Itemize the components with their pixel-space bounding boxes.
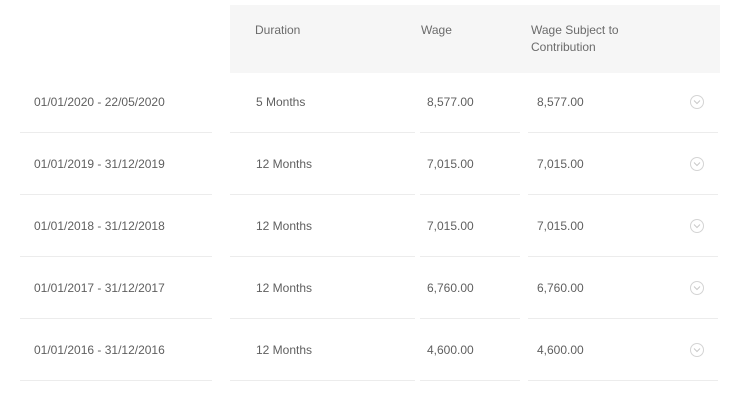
wage-subject-cell: 7,015.00 bbox=[537, 157, 584, 171]
period-cell: 01/01/2018 - 31/12/2018 bbox=[34, 219, 165, 233]
duration-cell: 12 Months bbox=[256, 219, 313, 233]
column-header-duration: Duration bbox=[255, 23, 301, 37]
wage-cell: 8,577.00 bbox=[427, 95, 474, 109]
chevron-down-circle-icon[interactable] bbox=[690, 343, 704, 357]
duration-cell: 12 Months bbox=[256, 157, 313, 171]
wage-subject-cell: 6,760.00 bbox=[537, 281, 584, 295]
table-row[interactable]: 01/01/2019 - 31/12/2019 12 Months 7,015.… bbox=[0, 133, 750, 195]
wage-cell: 7,015.00 bbox=[427, 219, 474, 233]
table-row[interactable]: 01/01/2017 - 31/12/2017 12 Months 6,760.… bbox=[0, 257, 750, 319]
column-header-wage-subject-to-contribution: Wage Subject to Contribution bbox=[531, 23, 619, 54]
row-divider bbox=[420, 380, 520, 381]
wage-subject-cell: 4,600.00 bbox=[537, 343, 584, 357]
table-row[interactable]: 01/01/2016 - 31/12/2016 12 Months 4,600.… bbox=[0, 319, 750, 381]
chevron-down-circle-icon[interactable] bbox=[690, 281, 704, 295]
duration-cell: 5 Months bbox=[256, 95, 306, 109]
row-divider bbox=[528, 380, 718, 381]
period-cell: 01/01/2019 - 31/12/2019 bbox=[34, 157, 165, 171]
wage-cell: 7,015.00 bbox=[427, 157, 474, 171]
period-cell: 01/01/2016 - 31/12/2016 bbox=[34, 343, 165, 357]
wage-cell: 6,760.00 bbox=[427, 281, 474, 295]
wage-subject-cell: 8,577.00 bbox=[537, 95, 584, 109]
table-row[interactable]: 01/01/2018 - 31/12/2018 12 Months 7,015.… bbox=[0, 195, 750, 257]
duration-cell: 12 Months bbox=[256, 343, 313, 357]
row-divider bbox=[20, 380, 212, 381]
period-cell: 01/01/2017 - 31/12/2017 bbox=[34, 281, 165, 295]
wage-cell: 4,600.00 bbox=[427, 343, 474, 357]
row-divider bbox=[230, 380, 415, 381]
chevron-down-circle-icon[interactable] bbox=[690, 157, 704, 171]
wage-history-table: Duration Wage Wage Subject to Contributi… bbox=[0, 0, 750, 400]
period-cell: 01/01/2020 - 22/05/2020 bbox=[34, 95, 165, 109]
duration-cell: 12 Months bbox=[256, 281, 313, 295]
chevron-down-circle-icon[interactable] bbox=[690, 95, 704, 109]
chevron-down-circle-icon[interactable] bbox=[690, 219, 704, 233]
table-row[interactable]: 01/01/2020 - 22/05/2020 5 Months 8,577.0… bbox=[0, 71, 750, 133]
wage-subject-cell: 7,015.00 bbox=[537, 219, 584, 233]
column-header-wage: Wage bbox=[421, 23, 452, 37]
